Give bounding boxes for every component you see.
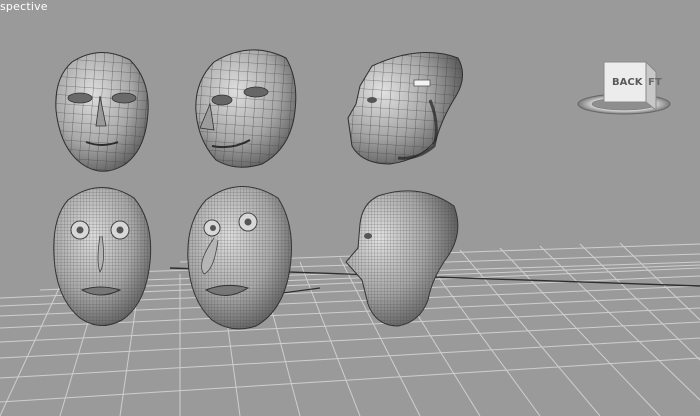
viewcube[interactable] — [577, 60, 671, 115]
low-poly-head-front[interactable] — [55, 51, 149, 172]
high-poly-head-three-quarter[interactable] — [187, 186, 292, 330]
scene-canvas[interactable] — [0, 0, 700, 416]
viewcube-face-label[interactable]: BACK — [612, 77, 642, 88]
high-poly-head-side[interactable] — [345, 190, 459, 327]
perspective-viewport[interactable]: spective BACK FT — [0, 0, 700, 416]
selection-tag-icon — [413, 79, 431, 87]
viewcube-side-label[interactable]: FT — [648, 77, 662, 88]
low-poly-head-side[interactable] — [347, 52, 463, 165]
low-poly-head-three-quarter[interactable] — [195, 49, 297, 168]
high-poly-head-front[interactable] — [53, 187, 152, 326]
